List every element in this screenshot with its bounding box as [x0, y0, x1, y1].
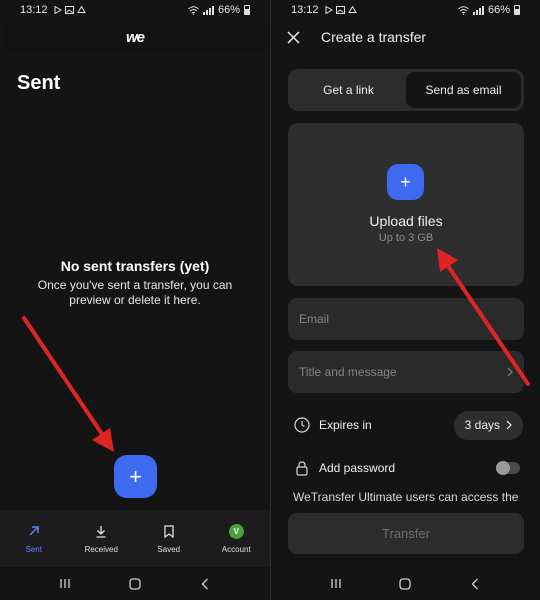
upload-button[interactable]: + [387, 164, 424, 200]
recents-icon [60, 579, 70, 588]
expires-label: Expires in [319, 418, 372, 432]
gallery-icon [335, 6, 345, 14]
battery-icon [244, 5, 250, 15]
expires-row: Expires in 3 days [293, 410, 523, 440]
download-icon [93, 523, 109, 539]
status-time: 13:12 [291, 4, 319, 16]
tab-send-email[interactable]: Send as email [406, 72, 521, 108]
title-placeholder: Title and message [299, 365, 397, 379]
wetransfer-logo: we [125, 28, 145, 46]
password-row: Add password [293, 457, 523, 479]
lock-icon [293, 460, 310, 477]
transfer-button[interactable]: Transfer [288, 513, 524, 554]
play-store-icon [54, 6, 62, 14]
status-time: 13:12 [20, 4, 48, 16]
page-title: Sent [17, 72, 61, 94]
chevron-right-icon [507, 367, 513, 377]
wifi-icon [188, 5, 199, 15]
sent-screen: 13:12 66% we Sent No sent transfers (yet… [0, 0, 270, 600]
plus-icon: + [400, 171, 411, 192]
clock-icon [293, 417, 310, 434]
expires-value: 3 days [464, 418, 500, 432]
new-transfer-button[interactable]: + [114, 455, 157, 498]
nav-label: Received [84, 545, 118, 554]
back-icon [471, 578, 479, 589]
password-toggle[interactable] [496, 461, 520, 475]
home-button[interactable] [395, 574, 415, 594]
nav-label: Saved [157, 545, 181, 554]
ultimate-info-text: WeTransfer Ultimate users can access the [293, 490, 519, 504]
drive-icon [347, 6, 357, 13]
home-icon [399, 577, 412, 590]
plus-icon: + [129, 463, 142, 489]
recents-button[interactable] [326, 574, 346, 594]
header: Create a transfer [271, 22, 540, 52]
nav-item-received[interactable]: Received [71, 523, 131, 554]
upload-limit: Up to 3 GB [378, 232, 434, 244]
battery-icon [514, 5, 520, 15]
nav-label: Account [221, 544, 251, 554]
home-icon [129, 577, 141, 590]
system-nav [271, 567, 540, 600]
expires-select[interactable]: 3 days [453, 410, 523, 440]
page-title: Create a transfer [321, 29, 427, 45]
recents-icon [331, 579, 341, 588]
notification-icons [325, 6, 357, 14]
bottom-nav: Sent Received Saved V Account [0, 510, 270, 567]
empty-state-title: No sent transfers (yet) [60, 258, 210, 274]
gallery-icon [64, 6, 74, 14]
home-button[interactable] [125, 574, 145, 594]
tab-get-link[interactable]: Get a link [291, 72, 406, 108]
password-label: Add password [319, 461, 396, 475]
email-field[interactable]: Email [288, 298, 524, 340]
recents-button[interactable] [55, 574, 75, 594]
upload-area[interactable]: + Upload files Up to 3 GB [288, 123, 524, 286]
bookmark-icon [161, 523, 177, 539]
status-bar: 13:12 66% [0, 0, 270, 20]
play-store-icon [325, 6, 333, 14]
upload-title: Upload files [369, 213, 443, 229]
nav-item-saved[interactable]: Saved [139, 523, 199, 554]
empty-state-description: Once you've sent a transfer, you can pre… [37, 278, 233, 307]
app-bar: we [4, 22, 266, 52]
back-button[interactable] [465, 574, 485, 594]
send-arrow-icon [26, 523, 42, 539]
nav-label: Sent [25, 545, 42, 554]
notification-icons [54, 6, 86, 14]
close-button[interactable] [283, 27, 303, 47]
email-placeholder: Email [299, 312, 330, 326]
back-icon [201, 578, 208, 589]
drive-icon [76, 6, 86, 13]
wifi-icon [458, 5, 469, 15]
battery-percent: 66% [487, 4, 510, 16]
signal-icon [202, 5, 214, 15]
battery-percent: 66% [217, 4, 240, 16]
status-bar: 13:12 66% [271, 0, 540, 20]
signal-icon [472, 5, 484, 15]
chevron-right-icon [506, 420, 512, 430]
close-icon [286, 30, 300, 44]
system-nav [0, 567, 270, 600]
back-button[interactable] [195, 574, 215, 594]
avatar: V [228, 523, 244, 539]
nav-item-sent[interactable]: Sent [4, 523, 64, 554]
title-message-field[interactable]: Title and message [288, 351, 524, 393]
nav-item-account[interactable]: V Account [206, 523, 266, 554]
create-transfer-screen: 13:12 66% Create a transfer Get a link S… [270, 0, 540, 600]
transfer-type-toggle: Get a link Send as email [288, 69, 524, 111]
